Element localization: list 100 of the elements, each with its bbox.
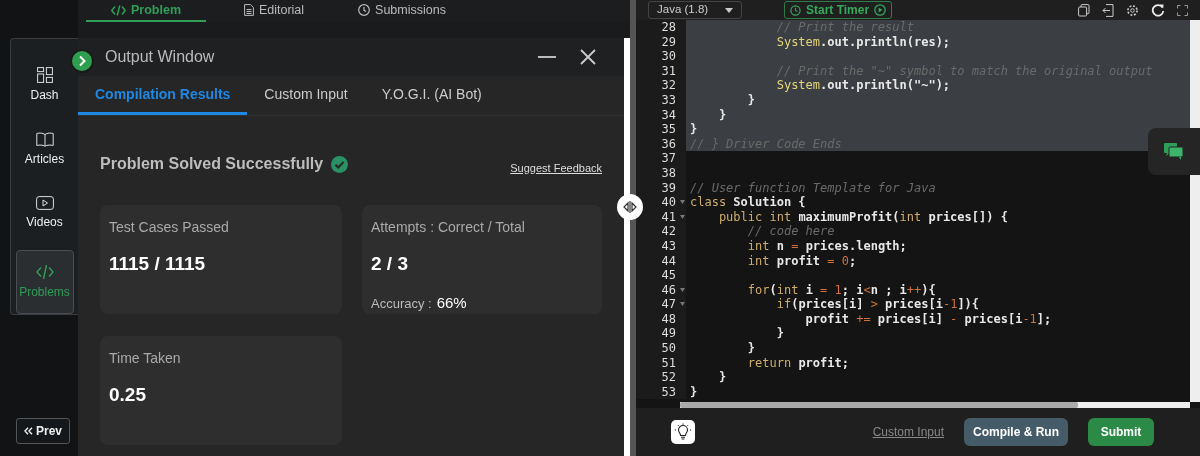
accuracy-value: 66% — [436, 293, 467, 313]
line-number: 29 — [661, 34, 676, 50]
line-number: 41 — [661, 209, 676, 225]
compile-run-button[interactable]: Compile & Run — [964, 418, 1068, 446]
scrollbar[interactable] — [680, 402, 1190, 408]
line-number: 53 — [661, 384, 676, 400]
nav-tab[interactable]: Editorial — [214, 0, 334, 22]
code-line: } — [775, 326, 784, 341]
line-number: 44 — [661, 253, 676, 269]
code-line: System.out.println("~"); — [775, 78, 951, 93]
caret-icon — [725, 7, 733, 13]
window-title: Output Window — [105, 47, 215, 67]
settings-icon[interactable] — [1126, 3, 1139, 17]
line-number: 49 — [661, 326, 676, 342]
code-line: } — [690, 122, 698, 137]
fold-icon[interactable] — [680, 302, 685, 307]
line-number: 43 — [661, 238, 676, 254]
exit-icon[interactable] — [1102, 3, 1114, 17]
line-number: 30 — [661, 49, 676, 64]
book-icon — [35, 131, 54, 147]
line-number: 28 — [661, 20, 676, 35]
line-number: 38 — [661, 165, 676, 181]
fold-icon[interactable] — [680, 287, 685, 292]
card-label: Time Taken — [109, 348, 182, 368]
sidebar-item[interactable]: Dash — [15, 57, 74, 114]
line-number: 34 — [661, 107, 676, 123]
code-line: profit += prices[i] - prices[i-1]; — [804, 311, 1052, 326]
output-tab[interactable]: Y.O.G.I. (AI Bot) — [364, 76, 499, 115]
start-timer-button[interactable]: Start Timer — [784, 1, 893, 19]
card-value: 1115 / 1115 — [109, 251, 206, 276]
line-number: 47 — [661, 297, 676, 312]
fullscreen-icon[interactable] — [1177, 4, 1188, 16]
clock-icon — [790, 4, 801, 16]
line-number: 33 — [661, 92, 676, 108]
code-line: if(prices[i] > prices[i-1]){ — [775, 297, 980, 312]
feedback-link[interactable]: Suggest Feedback — [510, 160, 602, 177]
document-icon — [243, 4, 254, 16]
code-icon — [35, 263, 54, 280]
hint-button[interactable] — [671, 420, 695, 444]
line-number: 51 — [661, 355, 676, 371]
prev-button[interactable]: Prev — [16, 418, 70, 444]
double-chevron-icon — [24, 427, 33, 435]
close-icon[interactable] — [580, 49, 596, 65]
line-number: 39 — [661, 180, 676, 196]
chat-icon — [1164, 142, 1184, 161]
line-number: 31 — [661, 63, 676, 79]
card-label: Test Cases Passed — [109, 217, 230, 237]
output-tab[interactable]: Custom Input — [247, 76, 365, 115]
sidebar-item[interactable]: Videos — [15, 185, 74, 243]
line-number: 40 — [661, 195, 676, 210]
play-icon — [874, 4, 887, 16]
line-number: 48 — [661, 311, 676, 327]
code-line: } — [746, 92, 756, 107]
line-number: 42 — [661, 224, 676, 239]
line-number: 45 — [661, 268, 676, 283]
sidebar-item[interactable]: Articles — [15, 121, 74, 178]
code-line: int profit = 0; — [746, 253, 857, 268]
card-label: Attempts : Correct / Total — [371, 217, 526, 237]
card-value: 2 / 3 — [371, 251, 408, 276]
dashboard-icon — [36, 66, 53, 83]
fold-icon[interactable] — [680, 214, 685, 219]
code-line: } — [717, 370, 727, 385]
code-line: // code here — [746, 224, 835, 239]
code-line: public int maximumProfit(int prices[]) { — [717, 209, 1008, 224]
code-line: } — [717, 107, 727, 122]
line-number: 46 — [661, 282, 676, 298]
line-number: 32 — [661, 78, 676, 93]
line-number: 50 — [661, 341, 676, 356]
line-number: 36 — [661, 136, 676, 152]
resize-icon — [623, 201, 637, 213]
accuracy-label: Accuracy : — [371, 295, 432, 313]
code-line: System.out.println(res); — [775, 34, 951, 49]
code-line: // User function Template for Java — [690, 180, 936, 195]
copy-icon[interactable] — [1078, 3, 1090, 17]
video-icon — [35, 196, 54, 211]
lightbulb-icon — [674, 423, 692, 441]
code-line: int n = prices.length; — [746, 238, 907, 253]
nav-tab[interactable]: Submissions — [342, 0, 462, 22]
language-dropdown[interactable]: Java (1.8) — [648, 1, 742, 19]
refresh-icon[interactable] — [1151, 3, 1165, 17]
fold-icon[interactable] — [680, 200, 685, 205]
custom-input-link[interactable]: Custom Input — [872, 423, 944, 441]
sidebar-item[interactable]: Problems — [15, 250, 74, 314]
code-line: class Solution { — [690, 195, 806, 210]
card-value: 0.25 — [109, 382, 146, 407]
output-tab[interactable]: Compilation Results — [78, 76, 248, 115]
code-line: for(int i = 1; i<n ; i++){ — [746, 282, 936, 297]
line-number: 35 — [661, 122, 676, 137]
chat-button[interactable] — [1148, 128, 1200, 175]
chevron-icon — [77, 55, 87, 67]
code-icon — [111, 4, 126, 16]
line-number: 37 — [661, 151, 676, 166]
submit-button[interactable]: Submit — [1088, 418, 1154, 446]
nav-tab[interactable]: Problem — [86, 0, 206, 22]
code-line: } — [746, 341, 756, 356]
status-text: Problem Solved Successfully — [100, 154, 324, 175]
clock-icon — [358, 4, 371, 16]
line-number: 52 — [661, 370, 676, 385]
minimize-icon[interactable] — [538, 55, 556, 59]
code-line: return profit; — [746, 355, 849, 370]
